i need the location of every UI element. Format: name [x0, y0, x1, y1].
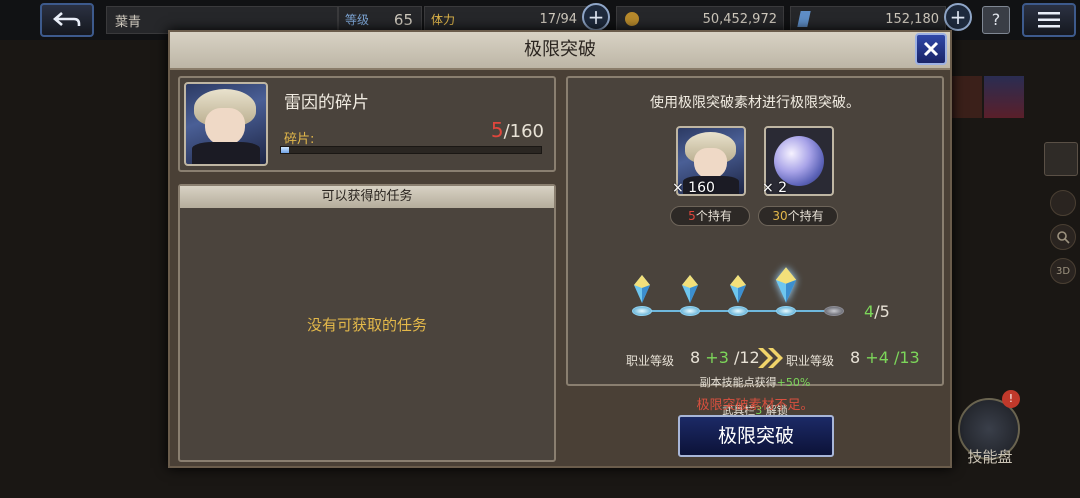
player-name: 葉青: [115, 15, 142, 30]
limit-break-button[interactable]: 极限突破: [678, 415, 834, 457]
stage-node: [824, 306, 844, 316]
limit-crystal-icon: [775, 267, 797, 303]
quests-panel: 可以获得的任务 没有可获取的任务: [178, 184, 556, 462]
back-button[interactable]: [40, 3, 94, 37]
stamina-value: 17/94: [539, 12, 577, 27]
gil-coin-icon: [625, 11, 639, 26]
stage-node: [632, 306, 652, 316]
material-fragment-owned: 5个持有: [670, 206, 750, 226]
close-button[interactable]: [915, 33, 947, 65]
gem-icon: [797, 11, 811, 27]
dialog-header: 极限突破: [170, 32, 950, 70]
portrait-coat: [192, 141, 260, 164]
level-value: 65: [393, 11, 413, 29]
stage-counter: 4/5: [864, 302, 890, 321]
level-label: 等级: [345, 13, 370, 27]
stage-node: [680, 306, 700, 316]
job-level-before-bonus: +3: [705, 348, 729, 367]
material-orb-owned-label: 个持有: [787, 209, 824, 223]
stage-current: 4: [864, 302, 875, 321]
side-banner[interactable]: [950, 76, 982, 118]
skill-point-bonus: +50%: [776, 376, 811, 389]
limit-crystal-icon: [682, 275, 698, 303]
character-portrait[interactable]: [184, 82, 268, 166]
scroll-icon[interactable]: [1044, 142, 1078, 176]
material-orb-owned: 30个持有: [758, 206, 838, 226]
skill-point-note-text: 副本技能点获得: [699, 376, 777, 389]
job-level-before-base: 8: [690, 348, 701, 367]
quests-empty-text: 没有可获取的任务: [306, 316, 427, 334]
orb-icon: [774, 136, 824, 186]
stamina-label: 体力: [431, 13, 456, 27]
gems-add-button[interactable]: +: [944, 3, 972, 31]
fragment-progress-bar: [280, 146, 542, 154]
magnifier-icon: [1057, 231, 1070, 244]
dialog-title: 极限突破: [524, 39, 596, 60]
stage-node: [728, 306, 748, 316]
material-orb-owned-num: 30: [772, 209, 788, 223]
limit-crystal-icon: [730, 275, 746, 303]
view-3d-label: 3D: [1055, 265, 1071, 277]
quests-header: 可以获得的任务: [180, 186, 554, 208]
filter-icon[interactable]: [1050, 190, 1076, 216]
skill-board-label: 技能盘: [967, 448, 1013, 466]
fragment-label: 碎片:: [284, 132, 315, 147]
menu-button[interactable]: [1022, 3, 1076, 37]
job-level-before: 8 +3 /12: [690, 348, 760, 367]
limit-crystal-icon: [634, 275, 650, 303]
side-banner-image[interactable]: [984, 76, 1024, 118]
gems-value: 152,180: [885, 12, 939, 27]
help-label: ?: [991, 10, 1001, 29]
material-orb-cost: × 2: [762, 180, 788, 196]
fragment-current: 5: [490, 118, 504, 142]
fragment-count: 5/160: [491, 118, 544, 142]
insufficient-materials-warning: 极限突破素材不足。: [696, 398, 814, 413]
double-chevron-right-icon: [758, 348, 783, 368]
skill-point-note: 副本技能点获得+50%: [568, 374, 942, 390]
job-level-label-before: 职业等级: [626, 354, 675, 368]
limit-break-dialog: 极限突破 雷因的碎片 碎片: 5/160 可以获得的任务 没有可获取的任务 使用…: [168, 30, 952, 468]
job-level-after-base: 8: [850, 348, 861, 367]
limit-description: 使用极限突破素材进行极限突破。: [650, 95, 860, 111]
portrait-face: [205, 108, 246, 147]
help-button[interactable]: ?: [982, 6, 1010, 34]
view-3d-button[interactable]: 3D: [1050, 258, 1076, 284]
close-icon: [923, 41, 939, 57]
stamina-add-button[interactable]: +: [582, 3, 610, 31]
material-face: [693, 147, 727, 180]
zoom-icon[interactable]: [1050, 224, 1076, 250]
limit-break-panel: 使用极限突破素材进行极限突破。 × 160 5个持有 × 2 30个持有 4/5…: [566, 76, 944, 389]
material-fragment-owned-num: 5: [688, 209, 696, 223]
job-level-label-after: 职业等级: [786, 354, 835, 368]
material-fragment-cost: × 160: [672, 180, 715, 196]
fragment-panel: 雷因的碎片 碎片: 5/160: [178, 76, 556, 172]
back-arrow-icon: [53, 12, 81, 26]
gil-value: 50,452,972: [702, 12, 777, 27]
stage-total: /5: [874, 302, 890, 321]
job-level-after-bonus: +4: [865, 348, 889, 367]
fragment-progress-fill: [281, 147, 290, 153]
fragment-name: 雷因的碎片: [284, 93, 369, 113]
hamburger-menu-icon: [1038, 12, 1060, 28]
skill-board-badge: !: [1002, 390, 1020, 408]
stage-node: [776, 306, 796, 316]
job-level-after: 8 +4 /13: [850, 348, 920, 367]
job-level-after-max: /13: [893, 348, 920, 367]
material-fragment-owned-label: 个持有: [695, 209, 732, 223]
fragment-required: /160: [503, 121, 544, 142]
